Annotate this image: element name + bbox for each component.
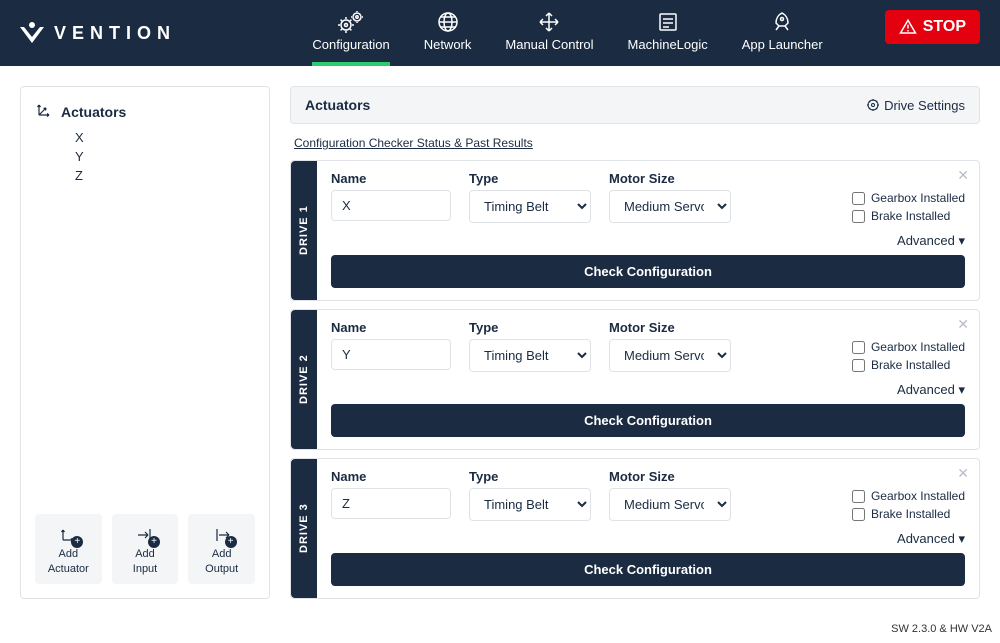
sidebar-item-y[interactable]: Y	[75, 149, 255, 164]
name-input[interactable]	[331, 488, 451, 519]
name-input[interactable]	[331, 190, 451, 221]
drive-settings-link[interactable]: Drive Settings	[866, 98, 965, 113]
gearbox-checkbox[interactable]	[852, 341, 865, 354]
name-label: Name	[331, 171, 451, 186]
brake-checkbox-label[interactable]: Brake Installed	[852, 507, 965, 521]
add-actuator-button[interactable]: + Add Actuator	[35, 514, 102, 584]
add-output-icon: +	[211, 524, 233, 546]
gearbox-checkbox-label[interactable]: Gearbox Installed	[852, 191, 965, 205]
logic-icon	[657, 11, 679, 33]
nav-network[interactable]: Network	[424, 0, 472, 66]
sidebar: Actuators X Y Z + Add Actuator + Add	[20, 86, 270, 599]
motor-size-select[interactable]: Medium Servo	[609, 488, 731, 521]
axes-icon	[35, 101, 53, 122]
gearbox-checkbox-label[interactable]: Gearbox Installed	[852, 489, 965, 503]
motor-size-label: Motor Size	[609, 171, 731, 186]
main-area: Actuators X Y Z + Add Actuator + Add	[0, 66, 1000, 619]
move-icon	[538, 11, 560, 33]
gears-icon	[338, 11, 364, 33]
advanced-toggle[interactable]: Advanced ▾	[331, 233, 965, 249]
name-input[interactable]	[331, 339, 451, 370]
type-label: Type	[469, 469, 591, 484]
version-footer: SW 2.3.0 & HW V2A	[0, 619, 1000, 643]
nav-app-launcher[interactable]: App Launcher	[742, 0, 823, 66]
close-icon[interactable]: ✕	[957, 167, 969, 184]
brake-checkbox-label[interactable]: Brake Installed	[852, 358, 965, 372]
brake-checkbox[interactable]	[852, 359, 865, 372]
close-icon[interactable]: ✕	[957, 316, 969, 333]
type-select[interactable]: Timing Belt	[469, 190, 591, 223]
drive-card: DRIVE 3 ✕ Name Type Timing Belt Motor Si…	[290, 458, 980, 599]
drive-tab-label: DRIVE 1	[291, 161, 317, 300]
advanced-toggle[interactable]: Advanced ▾	[331, 382, 965, 398]
rocket-icon	[771, 11, 793, 33]
gearbox-checkbox[interactable]	[852, 490, 865, 503]
type-select[interactable]: Timing Belt	[469, 339, 591, 372]
warning-icon	[899, 18, 917, 36]
brand-mark-icon	[20, 21, 44, 45]
sidebar-actuators-header[interactable]: Actuators	[35, 101, 255, 122]
motor-size-select[interactable]: Medium Servo	[609, 190, 731, 223]
drive-tab-label: DRIVE 3	[291, 459, 317, 598]
add-output-button[interactable]: + Add Output	[188, 514, 255, 584]
nav-configuration[interactable]: Configuration	[312, 0, 389, 66]
motor-size-label: Motor Size	[609, 320, 731, 335]
gearbox-checkbox-label[interactable]: Gearbox Installed	[852, 340, 965, 354]
nav-machinelogic[interactable]: MachineLogic	[628, 0, 708, 66]
brake-checkbox-label[interactable]: Brake Installed	[852, 209, 965, 223]
brand-text: VENTION	[54, 23, 176, 44]
globe-icon	[437, 11, 459, 33]
advanced-toggle[interactable]: Advanced ▾	[331, 531, 965, 547]
nav-manual-control[interactable]: Manual Control	[505, 0, 593, 66]
add-input-icon: +	[134, 524, 156, 546]
add-input-button[interactable]: + Add Input	[112, 514, 179, 584]
type-select[interactable]: Timing Belt	[469, 488, 591, 521]
type-label: Type	[469, 320, 591, 335]
name-label: Name	[331, 469, 451, 484]
brand-logo: VENTION	[20, 21, 176, 45]
drive-card: DRIVE 2 ✕ Name Type Timing Belt Motor Si…	[290, 309, 980, 450]
check-configuration-button[interactable]: Check Configuration	[331, 255, 965, 288]
brake-checkbox[interactable]	[852, 508, 865, 521]
drive-card: DRIVE 1 ✕ Name Type Timing Belt Motor Si…	[290, 160, 980, 301]
type-label: Type	[469, 171, 591, 186]
configuration-checker-link[interactable]: Configuration Checker Status & Past Resu…	[290, 132, 980, 152]
motor-size-select[interactable]: Medium Servo	[609, 339, 731, 372]
brake-checkbox[interactable]	[852, 210, 865, 223]
content: Actuators Drive Settings Configuration C…	[290, 86, 980, 599]
sidebar-item-z[interactable]: Z	[75, 168, 255, 183]
close-icon[interactable]: ✕	[957, 465, 969, 482]
check-configuration-button[interactable]: Check Configuration	[331, 404, 965, 437]
sidebar-item-x[interactable]: X	[75, 130, 255, 145]
sidebar-actuators-list: X Y Z	[35, 130, 255, 183]
name-label: Name	[331, 320, 451, 335]
stop-button[interactable]: STOP	[885, 10, 980, 44]
add-actuator-icon: +	[57, 524, 79, 546]
content-header: Actuators Drive Settings	[290, 86, 980, 124]
check-configuration-button[interactable]: Check Configuration	[331, 553, 965, 586]
topbar: VENTION Configuration Network Manual Con…	[0, 0, 1000, 66]
motor-size-label: Motor Size	[609, 469, 731, 484]
gearbox-checkbox[interactable]	[852, 192, 865, 205]
content-title: Actuators	[305, 97, 370, 113]
gear-icon	[866, 98, 880, 112]
nav-tabs: Configuration Network Manual Control Mac…	[312, 0, 980, 66]
drive-tab-label: DRIVE 2	[291, 310, 317, 449]
